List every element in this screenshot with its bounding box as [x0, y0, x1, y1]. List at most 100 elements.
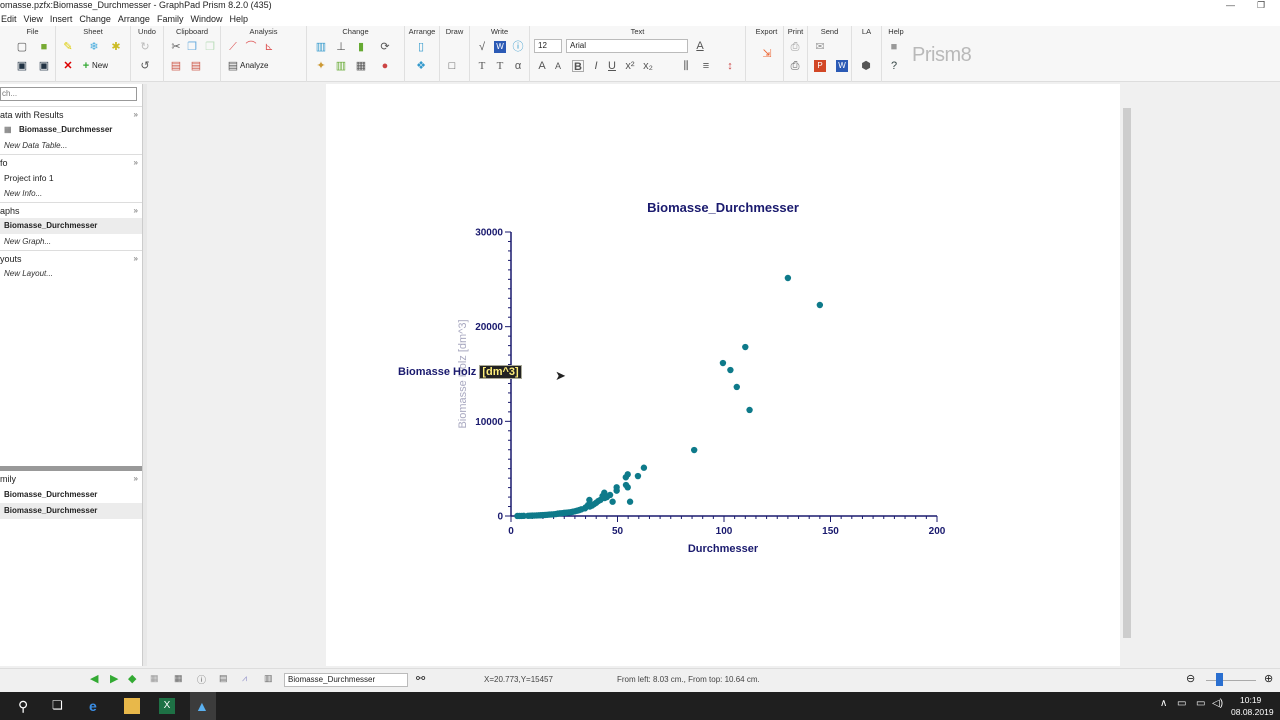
line-spacing-icon[interactable]: ↕	[724, 60, 736, 72]
increase-font-icon[interactable]: A	[536, 60, 548, 72]
subscript-icon[interactable]: x₂	[642, 60, 654, 72]
highlight-icon[interactable]: ✎	[62, 41, 74, 53]
table-view-icon[interactable]: ▦	[174, 673, 183, 684]
chart-title[interactable]: Biomasse_Durchmesser	[647, 200, 799, 215]
previous-sheet-icon[interactable]: ◀	[90, 672, 98, 685]
network-icon[interactable]: ▭	[1196, 698, 1212, 714]
word-export-icon[interactable]: W	[836, 60, 848, 72]
pane-splitter[interactable]	[143, 84, 147, 666]
sidebar-item-data-table[interactable]: ▦ Biomasse_Durchmesser	[0, 122, 142, 138]
family-item[interactable]: Biomasse_Durchmesser	[0, 503, 142, 519]
section-layouts[interactable]: youts»	[0, 250, 142, 266]
expand-icon[interactable]: »	[134, 471, 138, 487]
font-name-select[interactable]: Arial	[566, 39, 688, 53]
powerpoint-icon[interactable]: P	[814, 60, 826, 72]
vertical-scrollbar[interactable]	[1120, 84, 1134, 666]
search-icon[interactable]: ⚲	[18, 698, 34, 714]
section-family[interactable]: mily»	[0, 471, 142, 487]
menu-insert[interactable]: Insert	[49, 12, 79, 26]
section-data-tables[interactable]: ata with Results»	[0, 106, 142, 122]
save-icon[interactable]: ▣	[16, 60, 28, 72]
cut-icon[interactable]: ✂	[170, 41, 182, 53]
superscript-icon[interactable]: x²	[624, 60, 636, 72]
data-view-icon[interactable]: ▦	[150, 673, 159, 684]
minimize-button[interactable]: —	[1226, 0, 1235, 10]
expand-icon[interactable]: »	[134, 107, 138, 123]
symbol-icon[interactable]: α	[512, 60, 524, 72]
format-graph-icon[interactable]: ▥	[335, 60, 347, 72]
undo-icon[interactable]: ↺	[139, 60, 151, 72]
bold-icon[interactable]: B	[572, 60, 584, 73]
results-view-icon[interactable]: ▤	[219, 673, 228, 684]
paste-icon[interactable]: ▤	[170, 60, 182, 72]
swap-icon[interactable]: ⟳	[379, 41, 391, 53]
new-data-table-link[interactable]: New Data Table...	[0, 138, 142, 154]
axis-title-editor[interactable]: Biomasse Holz [dm^3]	[398, 365, 522, 379]
analyze-button[interactable]: Analyze	[240, 61, 268, 70]
clock-time[interactable]: 10:19	[1240, 695, 1261, 705]
rectangle-icon[interactable]: □	[446, 60, 458, 72]
delete-icon[interactable]: ✕	[62, 60, 74, 72]
zoom-out-icon[interactable]: ⊖	[1186, 672, 1195, 685]
align-text-icon[interactable]: ≡	[700, 60, 712, 72]
bars-icon[interactable]: ▮	[355, 41, 367, 53]
scrollbar-thumb[interactable]	[1123, 108, 1131, 638]
save-as-icon[interactable]: ▣	[38, 60, 50, 72]
equation-icon[interactable]: √	[476, 41, 488, 53]
sheet-select[interactable]: Biomasse_Durchmesser	[284, 673, 408, 687]
text-box-icon[interactable]: T	[494, 60, 506, 72]
format-axes-icon[interactable]: ▦	[355, 60, 367, 72]
info-view-icon[interactable]: ⓘ	[197, 673, 206, 686]
la-cube-icon[interactable]: ⬢	[860, 60, 872, 72]
text-icon[interactable]: T	[476, 60, 488, 72]
graph-view-icon[interactable]: ⩘	[242, 673, 247, 684]
next-sheet-icon[interactable]: ▶	[110, 672, 118, 685]
clock-date[interactable]: 08.08.2019	[1231, 707, 1274, 717]
help-icon[interactable]: ?	[888, 60, 900, 72]
nonlinear-regression-icon[interactable]: ⌒	[245, 41, 257, 53]
expand-icon[interactable]: »	[134, 251, 138, 267]
zoom-slider-thumb[interactable]	[1216, 673, 1223, 686]
color-scheme-icon[interactable]: ●	[379, 60, 391, 72]
zoom-in-icon[interactable]: ⊕	[1264, 672, 1273, 685]
layout-view-icon[interactable]: ▥	[264, 673, 273, 684]
help-book-icon[interactable]: ■	[888, 41, 900, 53]
menu-change[interactable]: Change	[78, 12, 117, 26]
info-icon[interactable]: ⓘ	[512, 41, 524, 53]
sidebar-item-graph[interactable]: Biomasse_Durchmesser	[0, 218, 142, 234]
excel-icon[interactable]: X	[159, 698, 175, 714]
survival-icon[interactable]: ⊾	[263, 41, 275, 53]
zoom-slider[interactable]	[1206, 680, 1256, 681]
new-info-link[interactable]: New Info...	[0, 186, 142, 202]
open-file-icon[interactable]: ■	[38, 41, 50, 53]
axes-icon[interactable]: ⊥	[335, 41, 347, 53]
print-icon[interactable]: ⎙	[789, 41, 801, 53]
new-layout-link[interactable]: New Layout...	[0, 266, 142, 282]
export-icon[interactable]: ⇲	[758, 48, 776, 66]
copy-icon[interactable]: ❐	[186, 41, 198, 53]
search-input[interactable]: ch...	[0, 87, 137, 101]
menu-help[interactable]: Help	[228, 12, 254, 26]
decrease-font-icon[interactable]: A	[552, 60, 564, 72]
menu-view[interactable]: View	[23, 12, 49, 26]
task-view-icon[interactable]: ❏	[52, 698, 68, 714]
menu-family[interactable]: Family	[156, 12, 190, 26]
italic-icon[interactable]: I	[590, 60, 602, 72]
word-icon[interactable]: W	[494, 41, 506, 53]
link-icon[interactable]: ⚯	[416, 672, 425, 685]
menu-arrange[interactable]: Arrange	[117, 12, 156, 26]
arrange-icon[interactable]: ❖	[415, 60, 427, 72]
font-size-select[interactable]: 12	[534, 39, 562, 53]
align-icon[interactable]: ▯	[415, 41, 427, 53]
edge-icon[interactable]: e	[89, 698, 105, 714]
expand-icon[interactable]: »	[134, 203, 138, 219]
new-file-icon[interactable]: ▢	[16, 41, 28, 53]
sidebar-item-project-info[interactable]: Project info 1	[0, 170, 142, 186]
menu-edit[interactable]: Edit	[0, 12, 23, 26]
paste-options-icon[interactable]: ▤	[190, 60, 202, 72]
linear-regression-icon[interactable]: ⟋	[227, 41, 239, 53]
restore-button[interactable]: ❐	[1257, 0, 1265, 10]
underline-icon[interactable]: U	[606, 60, 618, 72]
goto-sheet-icon[interactable]: ◆	[128, 672, 136, 685]
redo-icon[interactable]: ↻	[139, 41, 151, 53]
